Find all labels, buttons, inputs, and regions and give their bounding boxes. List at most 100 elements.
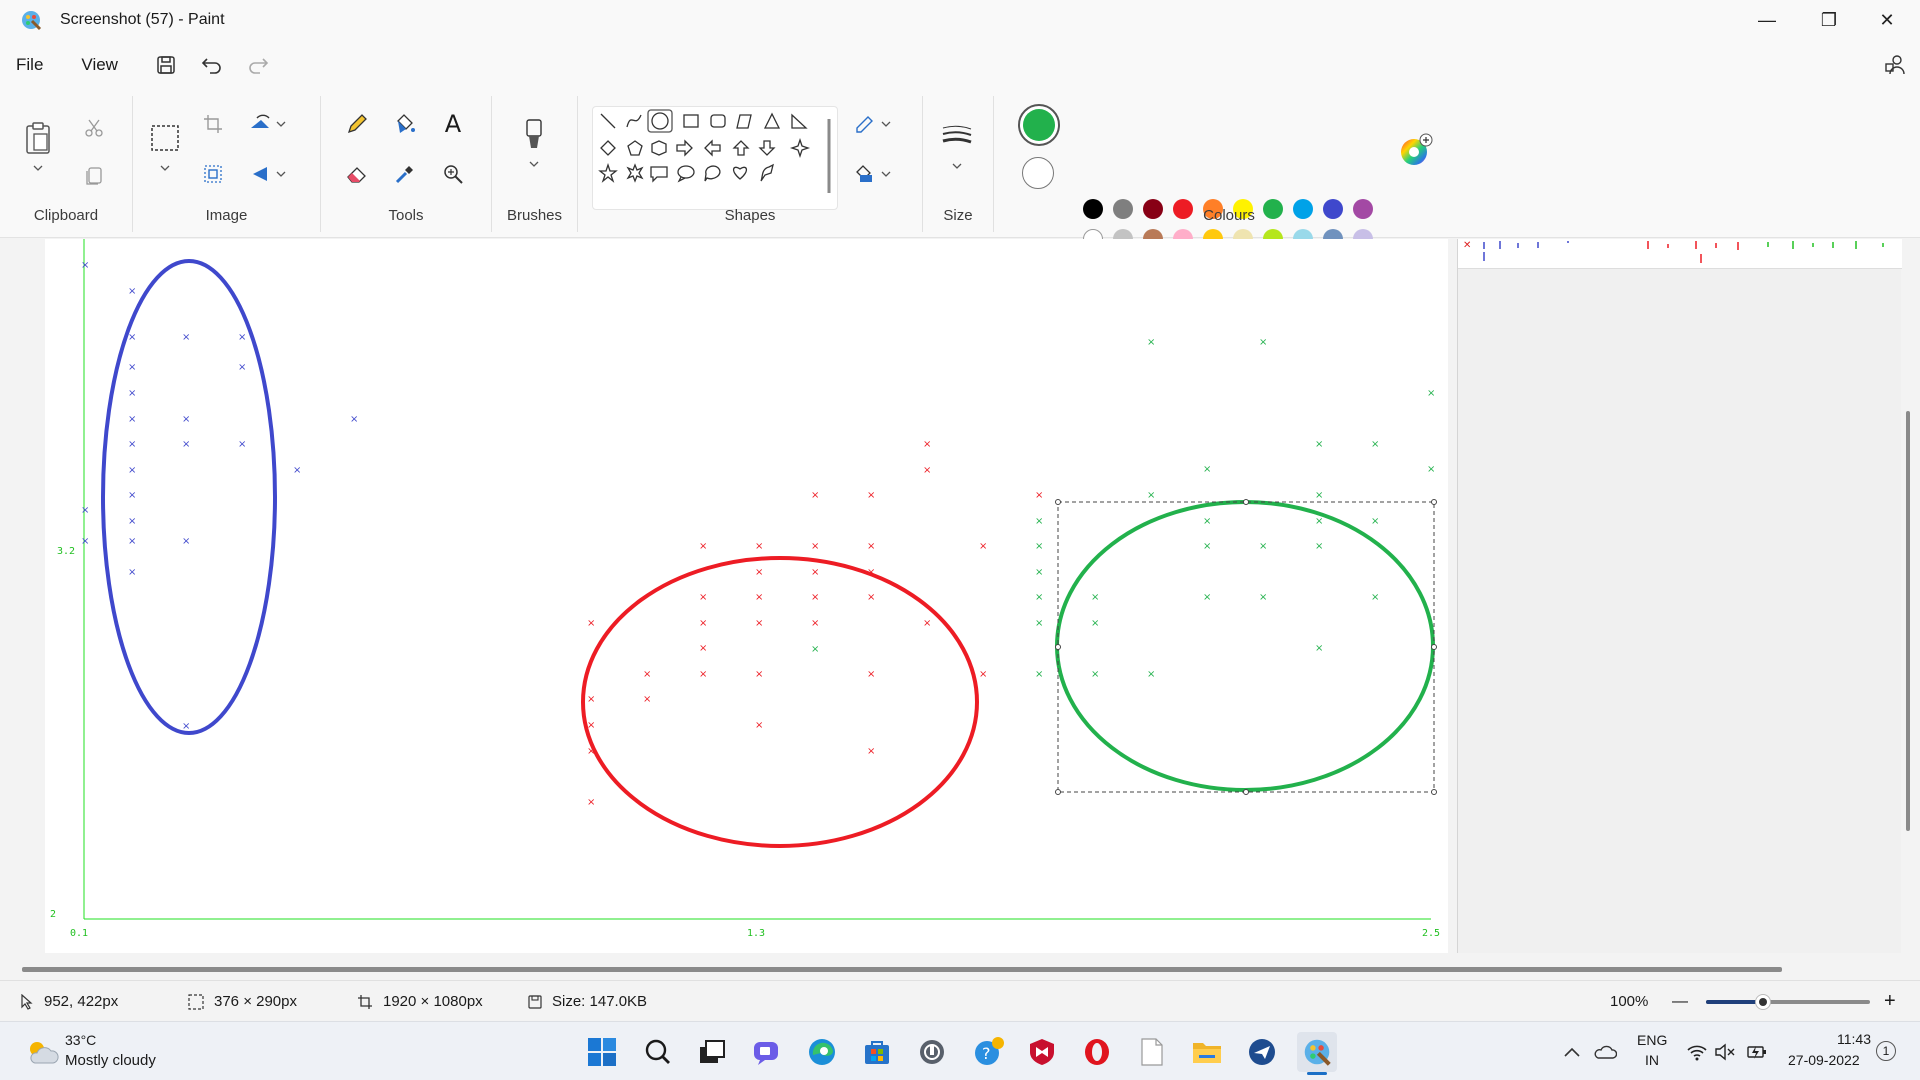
- zoom-slider[interactable]: [1706, 981, 1870, 1022]
- opera-button[interactable]: [1077, 1032, 1117, 1072]
- folder-icon: [1193, 1043, 1221, 1063]
- view-menu[interactable]: View: [67, 45, 132, 85]
- y-tick-label: 3.2: [57, 546, 75, 557]
- magnifier-button[interactable]: [435, 156, 471, 192]
- clipboard-label: Clipboard: [33, 207, 99, 224]
- select-button[interactable]: [147, 120, 183, 156]
- battery-button[interactable]: [1744, 1032, 1770, 1072]
- edge-browser-button[interactable]: [802, 1032, 842, 1072]
- resize-button[interactable]: [195, 156, 231, 192]
- text-tool-button[interactable]: A: [435, 106, 471, 142]
- crop-button[interactable]: [195, 106, 231, 142]
- paint-taskbar-button[interactable]: [1297, 1032, 1337, 1072]
- scatter-marker: ×: [128, 362, 136, 373]
- size-dropdown[interactable]: [939, 154, 975, 178]
- show-hidden-icons-button[interactable]: [1560, 1032, 1584, 1072]
- search-button[interactable]: [638, 1032, 678, 1072]
- vertical-scrollbar[interactable]: [1906, 411, 1910, 831]
- color-picker-button[interactable]: [387, 156, 423, 192]
- weather-description[interactable]: Mostly cloudy: [65, 1052, 156, 1069]
- copy-icon: [86, 167, 102, 185]
- scatter-marker: ×: [811, 618, 819, 629]
- paste-button[interactable]: [20, 120, 56, 156]
- document-button[interactable]: [1132, 1032, 1172, 1072]
- account-button[interactable]: [1875, 45, 1915, 85]
- horizontal-scrollbar[interactable]: [22, 967, 1782, 972]
- app-button[interactable]: [912, 1032, 952, 1072]
- language-region[interactable]: IN: [1645, 1052, 1659, 1068]
- workspace: 3.2 2 0.1 1.3 2.5 × × × × × × × × × × × × × × × × × × × × × ×…: [0, 239, 1920, 979]
- tools-label: Tools: [388, 207, 424, 224]
- language-indicator[interactable]: ENG: [1637, 1032, 1667, 1048]
- rotate-button[interactable]: [243, 106, 293, 142]
- scatter-marker: ×: [1147, 490, 1155, 501]
- scatter-markers: × × × × × × × × × × × × × × × × × × × × × × × × × × × × × × × × × × × × × × × ×…: [81, 260, 1435, 808]
- paste-dropdown[interactable]: [20, 156, 56, 180]
- x-tick-label: 2.5: [1422, 928, 1440, 939]
- drawing-canvas[interactable]: 3.2 2 0.1 1.3 2.5 × × × × × × × × × × × × × × × × × × × × × ×…: [45, 239, 1448, 953]
- scatter-marker: ×: [923, 439, 931, 450]
- undo-button[interactable]: [192, 45, 232, 85]
- minimize-button[interactable]: —: [1738, 0, 1796, 40]
- save-button[interactable]: [146, 45, 186, 85]
- file-size: Size: 147.0KB: [528, 981, 647, 1022]
- size-button[interactable]: [939, 118, 975, 154]
- document-icon: [1141, 1038, 1163, 1066]
- restore-button[interactable]: ❐: [1800, 0, 1858, 40]
- scatter-marker: ×: [182, 332, 190, 343]
- onedrive-button[interactable]: [1590, 1032, 1620, 1072]
- pencil-button[interactable]: [339, 106, 375, 142]
- scatter-marker: ×: [128, 516, 136, 527]
- copy-button[interactable]: [76, 158, 112, 194]
- save-icon: [157, 56, 175, 74]
- weather-widget-icon[interactable]: [22, 1032, 62, 1072]
- scatter-marker: ×: [293, 465, 301, 476]
- teams-chat-button[interactable]: [747, 1032, 787, 1072]
- file-explorer-button[interactable]: [1187, 1032, 1227, 1072]
- store-button[interactable]: [857, 1032, 897, 1072]
- store-icon: [865, 1041, 889, 1064]
- close-button[interactable]: ✕: [1858, 0, 1916, 40]
- scatter-marker: ×: [1035, 541, 1043, 552]
- zoom-percentage[interactable]: 100%: [1610, 981, 1648, 1022]
- flip-button[interactable]: [243, 156, 293, 192]
- zoom-in-button[interactable]: +: [1884, 981, 1896, 1022]
- redo-icon: [249, 58, 269, 74]
- task-view-button[interactable]: [692, 1032, 732, 1072]
- scatter-marker: ×: [643, 694, 651, 705]
- notification-badge[interactable]: 1: [1876, 1041, 1896, 1061]
- scatter-marker: ×: [128, 388, 136, 399]
- image-group: Image: [133, 90, 320, 238]
- scatter-marker: ×: [128, 490, 136, 501]
- zoom-out-button[interactable]: —: [1672, 981, 1688, 1022]
- scatter-marker: ×: [1035, 490, 1043, 501]
- zoom-slider-thumb[interactable]: [1755, 993, 1772, 1010]
- scatter-marker: ×: [643, 669, 651, 680]
- weather-temperature[interactable]: 33°C: [65, 1032, 96, 1048]
- file-menu[interactable]: File: [2, 45, 57, 85]
- shield-icon: [1030, 1039, 1054, 1065]
- fill-button[interactable]: [387, 106, 423, 142]
- battery-charging-icon: [1747, 1046, 1766, 1059]
- rectangle-select-icon: [151, 125, 179, 151]
- brushes-button[interactable]: [516, 116, 552, 152]
- wifi-button[interactable]: [1684, 1032, 1710, 1072]
- select-dropdown[interactable]: [147, 156, 183, 180]
- volume-button[interactable]: [1712, 1032, 1738, 1072]
- brushes-label: Brushes: [506, 207, 563, 224]
- eraser-button[interactable]: [339, 156, 375, 192]
- cut-button[interactable]: [76, 110, 112, 146]
- scatter-marker: ×: [238, 439, 246, 450]
- tips-button[interactable]: ?: [969, 1032, 1009, 1072]
- shapes-group: Shapes: [578, 90, 922, 238]
- start-button[interactable]: [582, 1032, 622, 1072]
- mcafee-button[interactable]: [1022, 1032, 1062, 1072]
- brushes-dropdown[interactable]: [516, 152, 552, 176]
- tools-group: A Tools: [321, 90, 491, 238]
- app-button[interactable]: [1242, 1032, 1282, 1072]
- redo-button[interactable]: [238, 45, 278, 85]
- cloudy-weather-icon: [30, 1042, 59, 1064]
- app-icon: [920, 1040, 944, 1064]
- clock-date[interactable]: 27-09-2022: [1788, 1052, 1860, 1068]
- clock-time[interactable]: 11:43: [1837, 1031, 1871, 1047]
